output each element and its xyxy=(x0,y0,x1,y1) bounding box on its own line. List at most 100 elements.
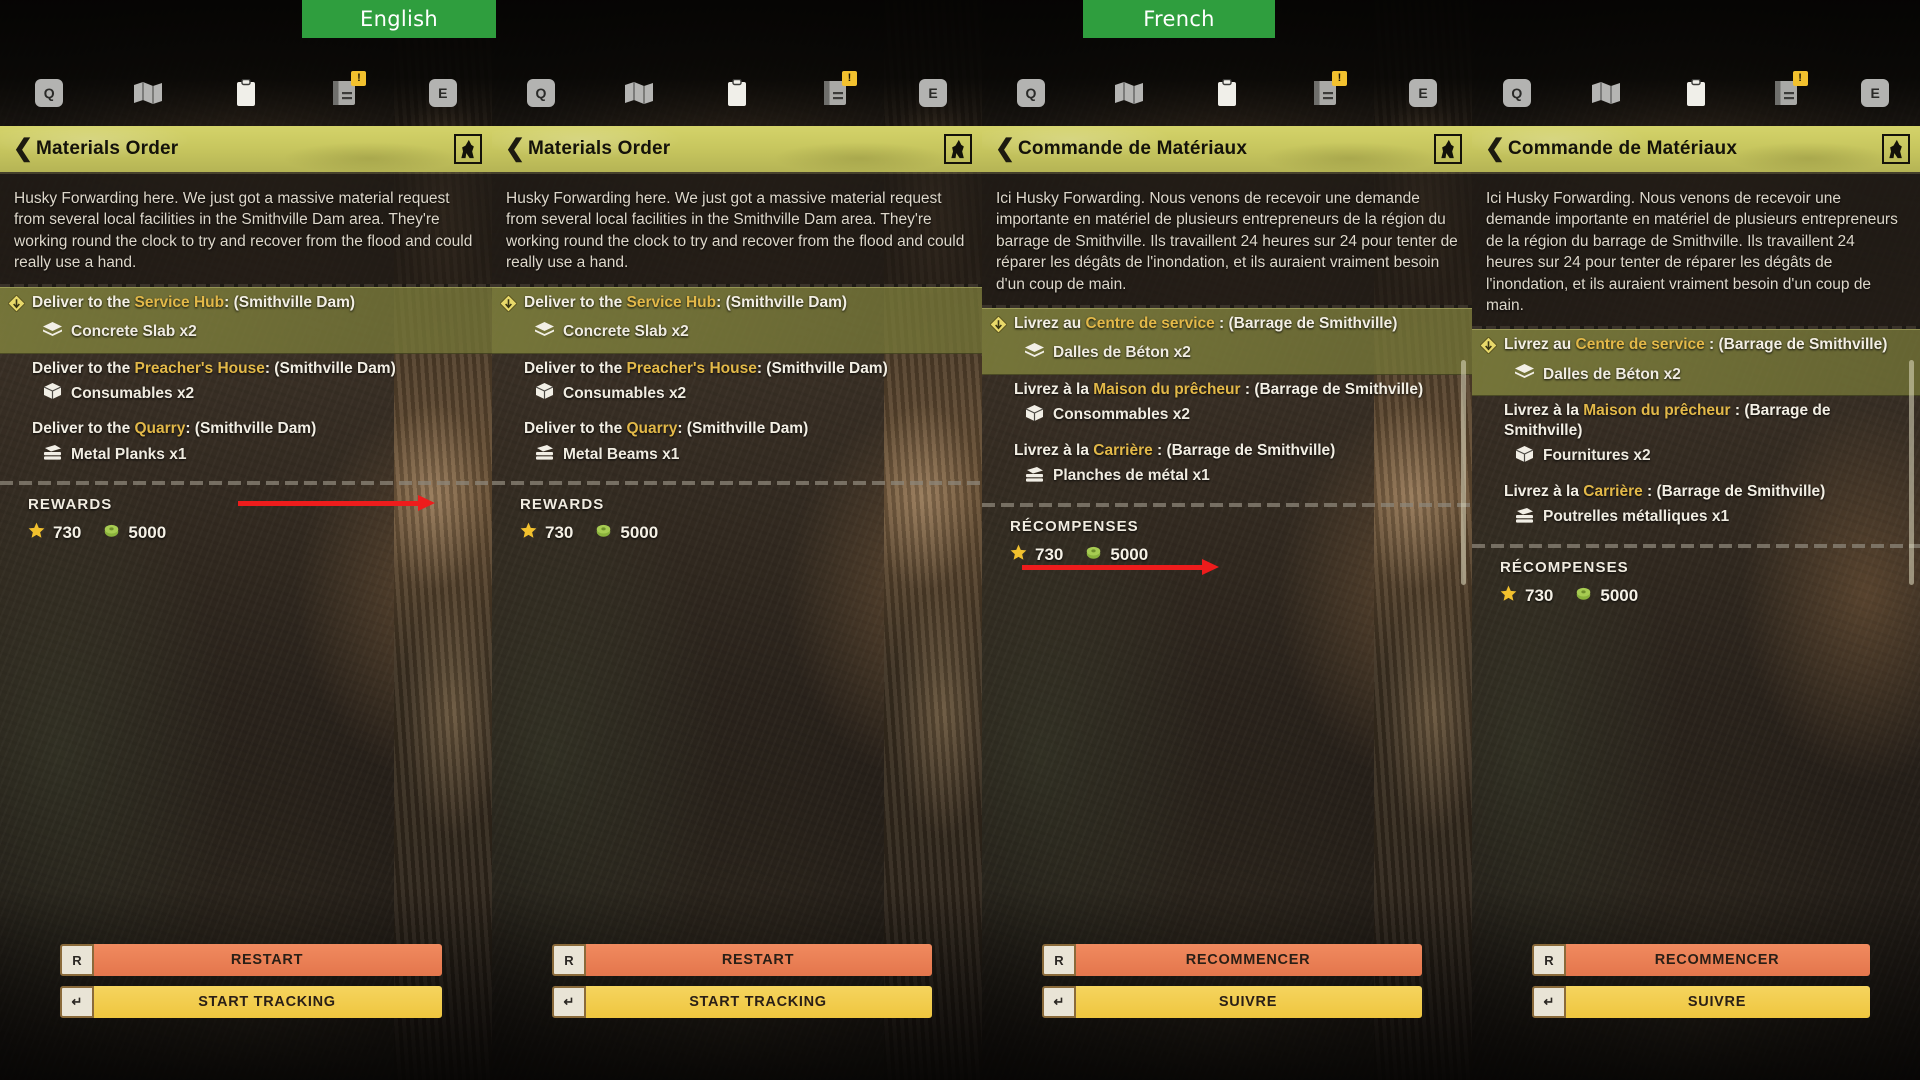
rewards-separator xyxy=(492,481,982,486)
objective-header: Deliver to the Preacher's House: (Smithv… xyxy=(500,359,972,379)
key-q[interactable]: Q xyxy=(527,79,555,107)
objective-marker-icon xyxy=(1479,335,1498,359)
action-buttons: R RECOMMENCER ↵ SUIVRE xyxy=(982,944,1472,1028)
key-q[interactable]: Q xyxy=(1017,79,1045,107)
objective-row[interactable]: Deliver to the Service Hub: (Smithville … xyxy=(0,286,492,354)
journal-icon[interactable]: ! xyxy=(822,71,857,107)
cash-icon xyxy=(1575,586,1592,606)
objective-header: Deliver to the Service Hub: (Smithville … xyxy=(7,293,482,317)
action-buttons: R RECOMMENCER ↵ SUIVRE xyxy=(1472,944,1920,1028)
clipboard-icon[interactable] xyxy=(726,79,748,107)
restart-button[interactable]: R RECOMMENCER xyxy=(1532,944,1870,976)
map-icon[interactable] xyxy=(133,81,163,105)
objective-row[interactable]: Deliver to the Preacher's House: (Smithv… xyxy=(492,354,982,415)
objective-marker-icon xyxy=(7,293,26,317)
objective-row[interactable]: Deliver to the Quarry: (Smithville Dam) M… xyxy=(492,414,982,475)
back-arrow-icon[interactable]: ❮ xyxy=(502,137,528,161)
comparison-screenshot: Q! E ❮ Materials Order Husky Forwarding h… xyxy=(0,0,1920,1080)
button-keybind: R xyxy=(1532,944,1566,976)
button-keybind: ↵ xyxy=(60,986,94,1018)
objective-location: Centre de service xyxy=(1575,336,1705,354)
start-tracking-button[interactable]: ↵ SUIVRE xyxy=(1042,986,1422,1018)
back-arrow-icon[interactable]: ❮ xyxy=(992,137,1018,161)
objective-row[interactable]: Deliver to the Preacher's House: (Smithv… xyxy=(0,354,492,415)
page-title: Materials Order xyxy=(528,138,671,159)
objective-item: Metal Beams x1 xyxy=(500,439,972,470)
start-tracking-button[interactable]: ↵ START TRACKING xyxy=(552,986,932,1018)
quest-body: Ici Husky Forwarding. Nous venons de rec… xyxy=(1472,172,1920,327)
reward-entry: 5000 xyxy=(1575,586,1638,606)
objective-row[interactable]: Deliver to the Quarry: (Smithville Dam) M… xyxy=(0,414,492,475)
slab-icon xyxy=(42,321,63,344)
key-e[interactable]: E xyxy=(1409,79,1437,107)
restart-button[interactable]: R RESTART xyxy=(60,944,442,976)
journal-icon[interactable]: ! xyxy=(1312,71,1347,107)
hud-icon-strip: Q! E xyxy=(982,71,1472,114)
rewards-separator xyxy=(982,502,1472,507)
restart-button[interactable]: R RESTART xyxy=(552,944,932,976)
objective-location: Preacher's House xyxy=(134,359,265,377)
objective-item: Concrete Slab x2 xyxy=(8,317,482,348)
back-arrow-icon[interactable]: ❮ xyxy=(10,137,36,161)
objective-header: Deliver to the Service Hub: (Smithville … xyxy=(499,293,972,317)
arrow-head xyxy=(418,495,435,511)
planks-icon xyxy=(42,443,63,466)
rewards-separator xyxy=(1472,543,1920,548)
hud-slot xyxy=(688,79,786,107)
button-keybind: ↵ xyxy=(1042,986,1076,1018)
journal-icon[interactable]: ! xyxy=(1773,71,1808,107)
hud-icon-strip: Q! E xyxy=(1472,71,1920,114)
objective-row[interactable]: Livrez à la Carrière : (Barrage de Smith… xyxy=(1472,477,1920,538)
objective-text: Livrez à la Maison du prêcheur : (Barrag… xyxy=(1014,380,1424,398)
objective-row[interactable]: Deliver to the Service Hub: (Smithville … xyxy=(492,286,982,354)
scrollbar-thumb[interactable] xyxy=(1461,360,1466,585)
hud-slot xyxy=(590,81,688,105)
scrollbar-thumb[interactable] xyxy=(1909,360,1914,585)
start-tracking-button[interactable]: ↵ START TRACKING xyxy=(60,986,442,1018)
button-label: SUIVRE xyxy=(1564,986,1870,1018)
map-icon[interactable] xyxy=(1591,81,1621,105)
cash-icon xyxy=(595,523,612,543)
objective-location: Maison du prêcheur xyxy=(1093,380,1241,398)
map-icon[interactable] xyxy=(1114,81,1144,105)
clipboard-icon[interactable] xyxy=(1685,79,1707,107)
start-tracking-button[interactable]: ↵ SUIVRE xyxy=(1532,986,1870,1018)
clipboard-icon[interactable] xyxy=(1216,79,1238,107)
hud-slot xyxy=(1080,81,1178,105)
objective-location: Service Hub xyxy=(626,293,717,311)
key-q[interactable]: Q xyxy=(1502,79,1531,107)
objective-item: Consommables x2 xyxy=(990,400,1462,431)
key-e[interactable]: E xyxy=(1861,79,1890,107)
objective-list: Deliver to the Service Hub: (Smithville … xyxy=(0,286,492,476)
objective-row[interactable]: Livrez à la Maison du prêcheur : (Barrag… xyxy=(982,375,1472,436)
quest-description: Husky Forwarding here. We just got a mas… xyxy=(506,190,965,272)
objective-item-label: Concrete Slab x2 xyxy=(71,323,197,340)
reward-entry: 5000 xyxy=(103,523,166,543)
hud-slot xyxy=(1651,79,1741,107)
objective-item: Consumables x2 xyxy=(500,378,972,409)
hud-slot: Q xyxy=(0,79,98,107)
objective-item-label: Dalles de Béton x2 xyxy=(1543,365,1681,383)
quest-description: Husky Forwarding here. We just got a mas… xyxy=(14,190,473,272)
key-e[interactable]: E xyxy=(919,79,947,107)
objective-row[interactable]: Livrez au Centre de service : (Barrage d… xyxy=(1472,329,1920,397)
objective-text: Livrez au Centre de service : (Barrage d… xyxy=(1014,314,1398,332)
back-arrow-icon[interactable]: ❮ xyxy=(1482,137,1508,161)
star-icon xyxy=(520,522,537,544)
arrow-english-change xyxy=(238,495,435,511)
objective-row[interactable]: Livrez au Centre de service : (Barrage d… xyxy=(982,307,1472,375)
button-keybind: ↵ xyxy=(1532,986,1566,1018)
objective-item-label: Consumables x2 xyxy=(71,384,195,402)
objective-text: Deliver to the Service Hub: (Smithville … xyxy=(32,293,356,311)
tab-english[interactable]: English xyxy=(302,0,496,38)
clipboard-icon[interactable] xyxy=(235,79,257,107)
rewards-row: 730 5000 xyxy=(982,535,1472,566)
objective-row[interactable]: Livrez à la Carrière : (Barrage de Smith… xyxy=(982,436,1472,497)
map-icon[interactable] xyxy=(624,81,654,105)
journal-icon[interactable]: ! xyxy=(331,71,367,107)
restart-button[interactable]: R RECOMMENCER xyxy=(1042,944,1422,976)
key-e[interactable]: E xyxy=(428,79,457,107)
objective-row[interactable]: Livrez à la Maison du prêcheur : (Barrag… xyxy=(1472,396,1920,477)
key-q[interactable]: Q xyxy=(35,79,64,107)
tab-french[interactable]: French xyxy=(1083,0,1275,38)
